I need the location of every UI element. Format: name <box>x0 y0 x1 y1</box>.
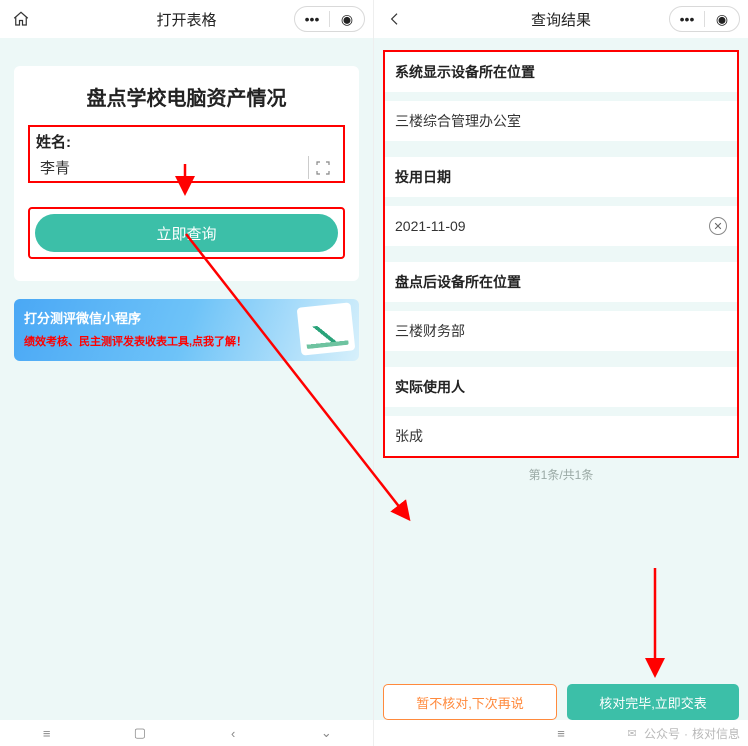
field-location-system: 系统显示设备所在位置 <box>385 52 737 141</box>
watermark: ✉ 公众号 · 核对信息 <box>624 725 740 742</box>
page-title: 打开表格 <box>156 9 216 30</box>
query-card: 盘点学校电脑资产情况 姓名: 立即查询 <box>14 66 359 281</box>
nav-home-icon[interactable]: ▢ <box>128 725 152 741</box>
screen-results: 查询结果 ••• ◉ 系统显示设备所在位置 投用日期 <box>374 0 748 746</box>
page-title: 查询结果 <box>531 9 591 30</box>
nav-assistant-icon[interactable]: ⌄ <box>314 725 338 741</box>
mini-program-capsule[interactable]: ••• ◉ <box>294 6 365 32</box>
close-miniprogram-icon[interactable]: ◉ <box>705 7 739 31</box>
location-after-input[interactable] <box>395 323 727 339</box>
promo-banner[interactable]: 打分测评微信小程序 绩效考核、民主测评发表收表工具,点我了解！ <box>14 299 359 361</box>
menu-icon[interactable]: ••• <box>295 7 329 31</box>
back-icon[interactable] <box>384 8 406 30</box>
wechat-icon: ✉ <box>624 726 640 742</box>
name-input[interactable] <box>36 156 309 179</box>
result-form-highlight: 系统显示设备所在位置 投用日期 ✕ 盘点后设备所在位置 <box>383 50 739 458</box>
field-date: 投用日期 ✕ <box>385 157 737 246</box>
name-label: 姓名: <box>36 131 337 152</box>
date-input[interactable] <box>395 218 709 234</box>
field-label: 实际使用人 <box>385 367 737 407</box>
screen-open-form: 打开表格 ••• ◉ 盘点学校电脑资产情况 姓名: 立即查询 <box>0 0 374 746</box>
promo-chart-icon <box>297 302 356 355</box>
nav-recents-icon[interactable]: ≡ <box>35 726 59 741</box>
location-system-input[interactable] <box>395 113 727 129</box>
query-button[interactable]: 立即查询 <box>35 214 338 252</box>
defer-button[interactable]: 暂不核对,下次再说 <box>383 684 557 720</box>
close-miniprogram-icon[interactable]: ◉ <box>330 7 364 31</box>
pager-text: 第1条/共1条 <box>374 466 748 483</box>
topbar-left: 打开表格 ••• ◉ <box>0 0 373 38</box>
field-location-after: 盘点后设备所在位置 <box>385 262 737 351</box>
scan-icon[interactable] <box>309 159 337 177</box>
field-user: 实际使用人 <box>385 367 737 456</box>
topbar-right: 查询结果 ••• ◉ <box>374 0 748 38</box>
nav-back-icon[interactable]: ‹ <box>221 726 245 741</box>
field-label: 投用日期 <box>385 157 737 197</box>
mini-program-capsule[interactable]: ••• ◉ <box>669 6 740 32</box>
name-field-highlight: 姓名: <box>28 125 345 183</box>
actual-user-input[interactable] <box>395 428 727 444</box>
card-heading: 盘点学校电脑资产情况 <box>28 82 345 111</box>
bottom-actions: 暂不核对,下次再说 核对完毕,立即交表 <box>374 684 748 720</box>
submit-button[interactable]: 核对完毕,立即交表 <box>567 684 739 720</box>
nav-recents-icon[interactable]: ≡ <box>549 726 573 741</box>
android-navbar-right: ≡ ✉ 公众号 · 核对信息 <box>374 720 748 746</box>
menu-icon[interactable]: ••• <box>670 7 704 31</box>
field-label: 系统显示设备所在位置 <box>385 52 737 92</box>
home-icon[interactable] <box>10 8 32 30</box>
field-label: 盘点后设备所在位置 <box>385 262 737 302</box>
clear-icon[interactable]: ✕ <box>709 217 727 235</box>
query-button-highlight: 立即查询 <box>28 207 345 259</box>
android-navbar-left: ≡ ▢ ‹ ⌄ <box>0 720 373 746</box>
